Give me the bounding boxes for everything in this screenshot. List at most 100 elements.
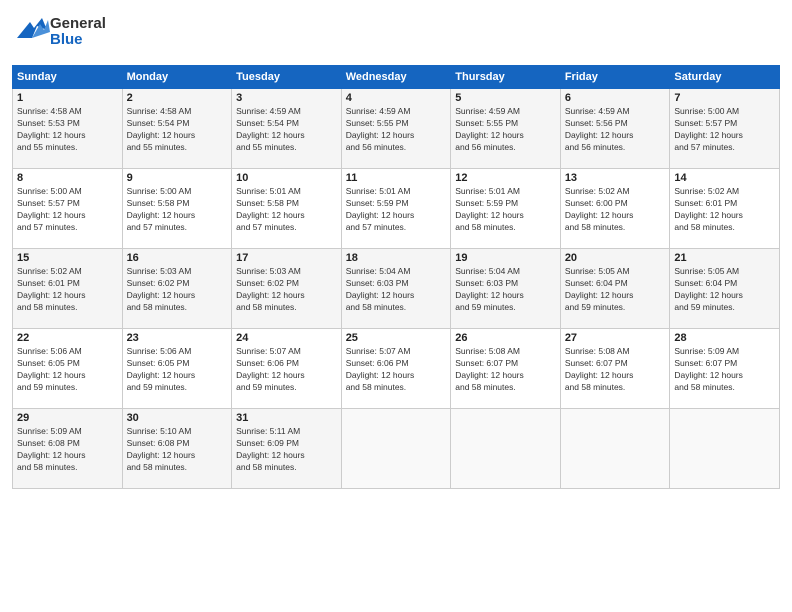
day-number: 15 — [17, 252, 118, 264]
day-header-saturday: Saturday — [670, 66, 780, 89]
day-number: 5 — [455, 92, 556, 104]
day-info: Sunrise: 4:59 AMSunset: 5:54 PMDaylight:… — [236, 106, 337, 154]
logo-svg: General Blue — [12, 10, 132, 52]
calendar-cell: 8 Sunrise: 5:00 AMSunset: 5:57 PMDaylight… — [13, 169, 123, 249]
day-info: Sunrise: 5:09 AMSunset: 6:08 PMDaylight:… — [17, 426, 118, 474]
day-info: Sunrise: 5:00 AMSunset: 5:58 PMDaylight:… — [127, 186, 228, 234]
week-row-1: 1 Sunrise: 4:58 AMSunset: 5:53 PMDaylight… — [13, 89, 780, 169]
day-number: 7 — [674, 92, 775, 104]
calendar-cell: 12 Sunrise: 5:01 AMSunset: 5:59 PMDayligh… — [451, 169, 561, 249]
calendar-cell: 3 Sunrise: 4:59 AMSunset: 5:54 PMDaylight… — [232, 89, 342, 169]
day-number: 11 — [346, 172, 447, 184]
day-info: Sunrise: 4:58 AMSunset: 5:53 PMDaylight:… — [17, 106, 118, 154]
day-number: 17 — [236, 252, 337, 264]
day-number: 24 — [236, 332, 337, 344]
day-number: 23 — [127, 332, 228, 344]
calendar-cell: 27 Sunrise: 5:08 AMSunset: 6:07 PMDayligh… — [560, 329, 670, 409]
calendar-cell: 19 Sunrise: 5:04 AMSunset: 6:03 PMDayligh… — [451, 249, 561, 329]
calendar-cell: 18Sunrise: 5:04 AMSunset: 6:03 PMDayligh… — [341, 249, 451, 329]
day-number: 9 — [127, 172, 228, 184]
header: General Blue — [12, 10, 780, 57]
day-header-thursday: Thursday — [451, 66, 561, 89]
day-info: Sunrise: 5:09 AMSunset: 6:07 PMDaylight:… — [674, 346, 775, 394]
calendar-cell — [560, 409, 670, 489]
calendar-cell: 24 Sunrise: 5:07 AMSunset: 6:06 PMDayligh… — [232, 329, 342, 409]
day-number: 20 — [565, 252, 666, 264]
day-number: 29 — [17, 412, 118, 424]
day-number: 4 — [346, 92, 447, 104]
calendar-table: SundayMondayTuesdayWednesdayThursdayFrid… — [12, 65, 780, 489]
day-number: 18 — [346, 252, 447, 264]
day-info: Sunrise: 5:06 AMSunset: 6:05 PMDaylight:… — [17, 346, 118, 394]
calendar-cell: 16Sunrise: 5:03 AMSunset: 6:02 PMDayligh… — [122, 249, 232, 329]
calendar-cell: 22 Sunrise: 5:06 AMSunset: 6:05 PMDayligh… — [13, 329, 123, 409]
day-number: 22 — [17, 332, 118, 344]
day-header-wednesday: Wednesday — [341, 66, 451, 89]
day-info: Sunrise: 5:01 AMSunset: 5:58 PMDaylight:… — [236, 186, 337, 234]
day-info: Sunrise: 5:06 AMSunset: 6:05 PMDaylight:… — [127, 346, 228, 394]
day-header-monday: Monday — [122, 66, 232, 89]
day-info: Sunrise: 4:59 AMSunset: 5:55 PMDaylight:… — [455, 106, 556, 154]
calendar-cell: 21Sunrise: 5:05 AMSunset: 6:04 PMDayligh… — [670, 249, 780, 329]
day-number: 13 — [565, 172, 666, 184]
day-number: 1 — [17, 92, 118, 104]
day-number: 19 — [455, 252, 556, 264]
calendar-cell: 11Sunrise: 5:01 AMSunset: 5:59 PMDayligh… — [341, 169, 451, 249]
calendar-cell: 1 Sunrise: 4:58 AMSunset: 5:53 PMDaylight… — [13, 89, 123, 169]
day-number: 26 — [455, 332, 556, 344]
calendar-cell: 30 Sunrise: 5:10 AMSunset: 6:08 PMDayligh… — [122, 409, 232, 489]
calendar-cell: 7 Sunrise: 5:00 AMSunset: 5:57 PMDaylight… — [670, 89, 780, 169]
day-info: Sunrise: 5:01 AMSunset: 5:59 PMDaylight:… — [455, 186, 556, 234]
day-info: Sunrise: 5:04 AMSunset: 6:03 PMDaylight:… — [455, 266, 556, 314]
week-row-2: 8 Sunrise: 5:00 AMSunset: 5:57 PMDaylight… — [13, 169, 780, 249]
svg-text:Blue: Blue — [50, 31, 83, 48]
day-number: 10 — [236, 172, 337, 184]
day-info: Sunrise: 4:59 AMSunset: 5:56 PMDaylight:… — [565, 106, 666, 154]
logo: General Blue — [12, 10, 132, 57]
calendar-cell — [451, 409, 561, 489]
day-info: Sunrise: 5:07 AMSunset: 6:06 PMDaylight:… — [346, 346, 447, 394]
day-info: Sunrise: 5:02 AMSunset: 6:01 PMDaylight:… — [17, 266, 118, 314]
day-number: 16 — [127, 252, 228, 264]
day-info: Sunrise: 5:05 AMSunset: 6:04 PMDaylight:… — [565, 266, 666, 314]
calendar-cell: 29 Sunrise: 5:09 AMSunset: 6:08 PMDayligh… — [13, 409, 123, 489]
day-info: Sunrise: 5:10 AMSunset: 6:08 PMDaylight:… — [127, 426, 228, 474]
day-info: Sunrise: 4:59 AMSunset: 5:55 PMDaylight:… — [346, 106, 447, 154]
day-number: 8 — [17, 172, 118, 184]
day-info: Sunrise: 5:08 AMSunset: 6:07 PMDaylight:… — [455, 346, 556, 394]
calendar-header-row: SundayMondayTuesdayWednesdayThursdayFrid… — [13, 66, 780, 89]
day-number: 27 — [565, 332, 666, 344]
day-info: Sunrise: 5:00 AMSunset: 5:57 PMDaylight:… — [17, 186, 118, 234]
day-header-friday: Friday — [560, 66, 670, 89]
calendar-cell: 28 Sunrise: 5:09 AMSunset: 6:07 PMDayligh… — [670, 329, 780, 409]
day-number: 28 — [674, 332, 775, 344]
day-number: 2 — [127, 92, 228, 104]
day-info: Sunrise: 5:02 AMSunset: 6:00 PMDaylight:… — [565, 186, 666, 234]
day-info: Sunrise: 4:58 AMSunset: 5:54 PMDaylight:… — [127, 106, 228, 154]
calendar-cell: 5 Sunrise: 4:59 AMSunset: 5:55 PMDaylight… — [451, 89, 561, 169]
day-number: 14 — [674, 172, 775, 184]
day-number: 30 — [127, 412, 228, 424]
calendar-cell: 13 Sunrise: 5:02 AMSunset: 6:00 PMDayligh… — [560, 169, 670, 249]
calendar-cell: 25Sunrise: 5:07 AMSunset: 6:06 PMDayligh… — [341, 329, 451, 409]
calendar-cell: 14 Sunrise: 5:02 AMSunset: 6:01 PMDayligh… — [670, 169, 780, 249]
day-info: Sunrise: 5:11 AMSunset: 6:09 PMDaylight:… — [236, 426, 337, 474]
day-info: Sunrise: 5:03 AMSunset: 6:02 PMDaylight:… — [236, 266, 337, 314]
calendar-cell: 17 Sunrise: 5:03 AMSunset: 6:02 PMDayligh… — [232, 249, 342, 329]
week-row-4: 22 Sunrise: 5:06 AMSunset: 6:05 PMDayligh… — [13, 329, 780, 409]
calendar-page: General Blue SundayMondayTuesdayWednesda… — [0, 0, 792, 612]
calendar-cell: 10 Sunrise: 5:01 AMSunset: 5:58 PMDayligh… — [232, 169, 342, 249]
day-number: 31 — [236, 412, 337, 424]
day-info: Sunrise: 5:07 AMSunset: 6:06 PMDaylight:… — [236, 346, 337, 394]
day-info: Sunrise: 5:00 AMSunset: 5:57 PMDaylight:… — [674, 106, 775, 154]
day-number: 21 — [674, 252, 775, 264]
calendar-cell: 9 Sunrise: 5:00 AMSunset: 5:58 PMDaylight… — [122, 169, 232, 249]
day-number: 12 — [455, 172, 556, 184]
day-info: Sunrise: 5:08 AMSunset: 6:07 PMDaylight:… — [565, 346, 666, 394]
calendar-cell: 23 Sunrise: 5:06 AMSunset: 6:05 PMDayligh… — [122, 329, 232, 409]
day-number: 3 — [236, 92, 337, 104]
week-row-3: 15 Sunrise: 5:02 AMSunset: 6:01 PMDayligh… — [13, 249, 780, 329]
week-row-5: 29 Sunrise: 5:09 AMSunset: 6:08 PMDayligh… — [13, 409, 780, 489]
day-info: Sunrise: 5:02 AMSunset: 6:01 PMDaylight:… — [674, 186, 775, 234]
calendar-cell: 15 Sunrise: 5:02 AMSunset: 6:01 PMDayligh… — [13, 249, 123, 329]
